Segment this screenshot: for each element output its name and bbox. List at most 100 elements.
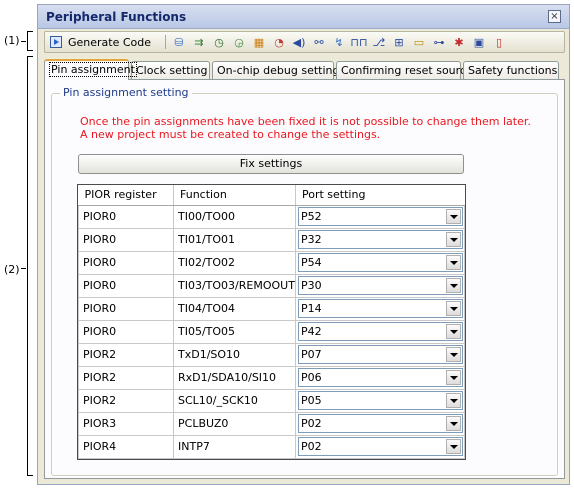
tab-label: Clock setting (136, 64, 208, 77)
dropdown-arrow-icon[interactable] (446, 393, 461, 408)
ram-icon[interactable]: ▭ (411, 35, 427, 50)
column-header-function: Function (173, 185, 296, 206)
port-setting-dropdown[interactable]: P52 (298, 207, 463, 226)
battery-icon[interactable]: ▯ (491, 35, 507, 50)
generate-code-button[interactable]: Generate Code (50, 34, 151, 50)
tab-label: Confirming reset source (341, 64, 473, 77)
tab-confirming-reset-source[interactable]: Confirming reset source (336, 61, 473, 79)
table-row: PIOR0 TI02/TO02 P54 (78, 250, 465, 275)
port-icon[interactable]: ⇉ (191, 35, 207, 50)
rtc-icon[interactable]: ◔ (271, 35, 287, 50)
function-cell: SCL10/_SCK10 (173, 388, 296, 413)
reset-icon[interactable]: ✱ (451, 35, 467, 50)
port-setting-value: P32 (301, 233, 322, 246)
window-title: Peripheral Functions (46, 10, 187, 24)
watchdog-icon[interactable]: ◶ (231, 35, 247, 50)
table-row: PIOR2 TxD1/SO10 P07 (78, 342, 465, 367)
port-setting-dropdown[interactable]: P06 (298, 368, 463, 387)
fix-settings-button[interactable]: Fix settings (78, 154, 464, 174)
dma-icon[interactable]: ⎇ (371, 35, 387, 50)
column-header-port-setting: Port setting (295, 185, 465, 206)
port-setting-cell: P14 (295, 296, 465, 321)
port-setting-dropdown[interactable]: P05 (298, 391, 463, 410)
timer-icon[interactable]: ◷ (211, 35, 227, 50)
dropdown-arrow-icon[interactable] (446, 232, 461, 247)
toolbar: Generate Code ⛁ ⇉ ◷ ◶ ▦ ◔ ◀) ⚯ ↯ ⊓⊓ ⎇ ⊞ ▭ ⊶ ✱ ▣ ▯ (44, 31, 565, 53)
warning-message: Once the pin assignments have been fixed… (80, 115, 531, 141)
table-row: PIOR0 TI01/TO01 P32 (78, 227, 465, 252)
mux-icon[interactable]: ⊞ (391, 35, 407, 50)
port-setting-value: P14 (301, 302, 322, 315)
pin-assignment-groupbox: Pin assignment setting Once the pin assi… (51, 86, 558, 476)
tab-label: Safety functions (468, 64, 558, 77)
dropdown-arrow-icon[interactable] (446, 439, 461, 454)
port-setting-cell: P54 (295, 250, 465, 275)
port-setting-dropdown[interactable]: P32 (298, 230, 463, 249)
clock-icon[interactable]: ⛁ (171, 35, 187, 50)
table-header-row: PIOR register Function Port setting (78, 185, 465, 206)
port-setting-dropdown[interactable]: P42 (298, 322, 463, 341)
pwm-icon[interactable]: ⊓⊓ (350, 35, 367, 50)
port-setting-cell: P05 (295, 388, 465, 413)
tab-on-chip-debug-setting[interactable]: On-chip debug setting (212, 61, 339, 79)
function-cell: TI02/TO02 (173, 250, 296, 275)
dropdown-arrow-icon[interactable] (446, 324, 461, 339)
peripheral-functions-window: Peripheral Functions × Generate Code ⛁ ⇉ ◷… (37, 4, 570, 485)
warning-line-1: Once the pin assignments have been fixed… (80, 115, 531, 128)
table-row: PIOR4 INTP7 P02 (78, 434, 465, 459)
port-setting-cell: P02 (295, 434, 465, 459)
adc-icon[interactable]: ▦ (251, 35, 267, 50)
dropdown-arrow-icon[interactable] (446, 416, 461, 431)
pior-register-cell: PIOR0 (78, 250, 174, 275)
callout-1: (1) (4, 34, 20, 47)
dropdown-arrow-icon[interactable] (446, 347, 461, 362)
sound-icon[interactable]: ◀) (291, 35, 307, 50)
dropdown-arrow-icon[interactable] (446, 278, 461, 293)
callout-1-brace (27, 31, 33, 51)
port-setting-cell: P52 (295, 204, 465, 229)
table-row: PIOR0 TI03/TO03/REMOOUT P30 (78, 273, 465, 298)
dropdown-arrow-icon[interactable] (446, 370, 461, 385)
tab-safety-functions[interactable]: Safety functions (463, 61, 559, 79)
port-setting-cell: P30 (295, 273, 465, 298)
dropdown-arrow-icon[interactable] (446, 255, 461, 270)
function-cell: TI03/TO03/REMOOUT (173, 273, 296, 298)
dropdown-arrow-icon[interactable] (446, 209, 461, 224)
pin-assignment-panel: Pin assignment setting Once the pin assi… (44, 79, 565, 479)
pior-register-cell: PIOR2 (78, 342, 174, 367)
column-header-pior-register: PIOR register (78, 185, 174, 206)
warning-line-2: A new project must be created to change … (80, 128, 381, 141)
pior-register-cell: PIOR4 (78, 434, 174, 459)
pior-register-cell: PIOR0 (78, 319, 174, 344)
serial-icon[interactable]: ⚯ (311, 35, 327, 50)
port-setting-dropdown[interactable]: P02 (298, 414, 463, 433)
group-label: Pin assignment setting (60, 86, 192, 99)
pior-register-cell: PIOR2 (78, 365, 174, 390)
network-icon[interactable]: ⊶ (431, 35, 447, 50)
function-cell: INTP7 (173, 434, 296, 459)
close-button[interactable]: × (548, 10, 561, 23)
chip-icon[interactable]: ▣ (471, 35, 487, 50)
port-setting-dropdown[interactable]: P07 (298, 345, 463, 364)
table-row: PIOR0 TI00/TO00 P52 (78, 204, 465, 229)
port-setting-dropdown[interactable]: P54 (298, 253, 463, 272)
port-setting-dropdown[interactable]: P14 (298, 299, 463, 318)
table-row: PIOR0 TI05/TO05 P42 (78, 319, 465, 344)
port-setting-cell: P42 (295, 319, 465, 344)
interrupt-icon[interactable]: ↯ (331, 35, 347, 50)
callout-2-brace-tick (21, 268, 26, 269)
port-setting-dropdown[interactable]: P30 (298, 276, 463, 295)
port-setting-value: P07 (301, 348, 322, 361)
table-row: PIOR3 PCLBUZ0 P02 (78, 411, 465, 436)
title-bar: Peripheral Functions × (38, 5, 569, 29)
tab-pin-assignment[interactable]: Pin assignment (44, 59, 137, 80)
port-setting-dropdown[interactable]: P02 (298, 437, 463, 456)
port-setting-cell: P07 (295, 342, 465, 367)
dropdown-arrow-icon[interactable] (446, 301, 461, 316)
pior-register-cell: PIOR0 (78, 227, 174, 252)
port-setting-value: P05 (301, 394, 322, 407)
table-row: PIOR0 TI04/TO04 P14 (78, 296, 465, 321)
tab-clock-setting[interactable]: Clock setting (131, 61, 210, 79)
port-setting-value: P06 (301, 371, 322, 384)
port-setting-value: P52 (301, 210, 322, 223)
